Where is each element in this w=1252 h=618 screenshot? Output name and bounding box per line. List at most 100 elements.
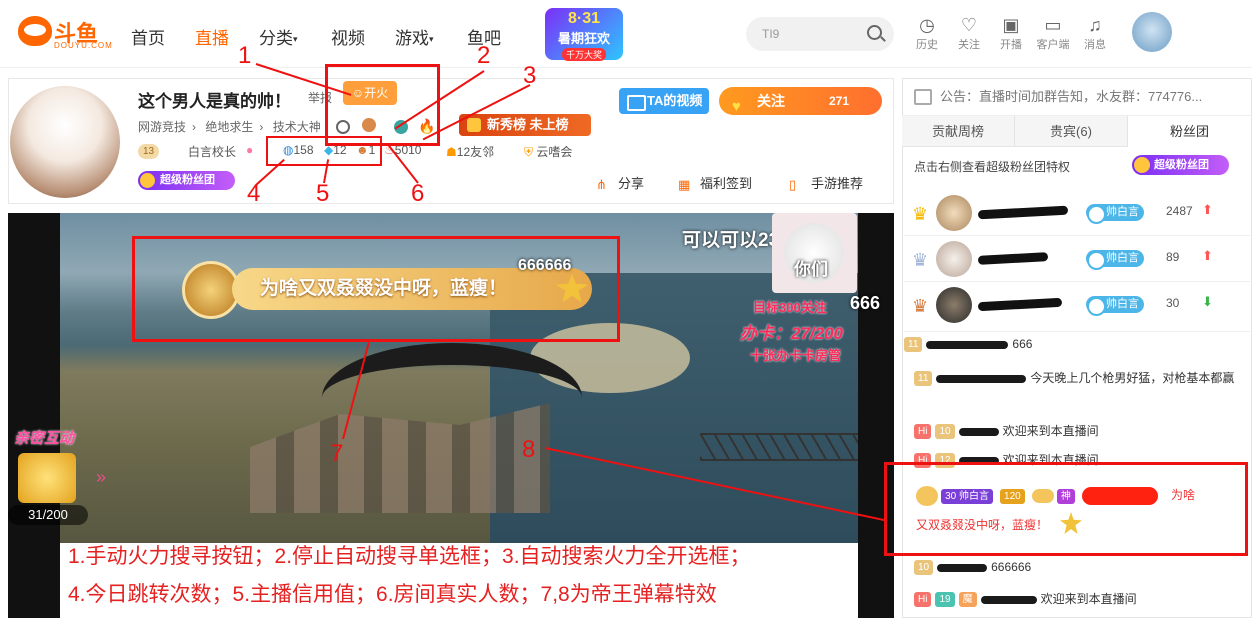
- rank-score: 30: [1166, 296, 1180, 310]
- card-count: 办卡：27/200: [740, 324, 843, 343]
- fan-name: 帅白言: [1106, 206, 1139, 218]
- people-icon: ☗: [446, 145, 457, 159]
- annotation-number: 7: [330, 440, 344, 467]
- annotation-number: 6: [411, 180, 425, 207]
- nav-video[interactable]: 视频: [331, 24, 365, 49]
- camera-icon: ▣: [1002, 15, 1020, 35]
- start-live-label: 开播: [1000, 39, 1022, 51]
- redacted-name: [977, 297, 1063, 312]
- promo-banner[interactable]: 8·31 暑期狂欢 千万大奖: [545, 8, 623, 61]
- hi-tag: Hi: [914, 424, 932, 440]
- chat-text: 666: [1012, 337, 1033, 351]
- crumb-category[interactable]: 网游竞技: [138, 120, 186, 134]
- annotation-number: 1: [238, 42, 252, 69]
- user-avatar[interactable]: [1132, 12, 1172, 52]
- fan-name: 帅白言: [1106, 298, 1139, 310]
- douyu-logo[interactable]: 斗鱼 DOUYU.COM: [18, 14, 112, 52]
- chat-message[interactable]: Hi 19 魔 欢迎来到本直播间: [904, 590, 1250, 608]
- super-fans-badge-side[interactable]: 超级粉丝团: [1132, 155, 1229, 175]
- bridge: [700, 433, 858, 461]
- chat-message[interactable]: Hi 10 欢迎来到本直播间: [904, 422, 1250, 440]
- ta-video-button[interactable]: TA的视频: [619, 88, 709, 114]
- redacted-name: [958, 427, 999, 436]
- share-button[interactable]: ⋔ 分享: [596, 173, 644, 193]
- user-avatar: [936, 241, 972, 277]
- history-button[interactable]: ◷ 历史: [907, 14, 947, 52]
- chat-text: 666666: [991, 560, 1032, 574]
- crumb-tag[interactable]: 技术大神: [273, 120, 321, 134]
- chat-text: 欢迎来到本直播间: [1002, 424, 1099, 438]
- chevron-down-icon: ▾: [429, 34, 434, 45]
- tab-weekly-rank[interactable]: 贡献周榜: [902, 116, 1015, 147]
- checkin-button[interactable]: ▦ 福利签到: [678, 173, 752, 193]
- share-label: 分享: [618, 176, 645, 191]
- search-placeholder: TI9: [762, 27, 780, 41]
- annotation-number: 8: [522, 436, 536, 463]
- chat-text: 今天晚上几个枪男好猛，对枪基本都赢: [1030, 371, 1235, 385]
- rank-row[interactable]: ♛ 帅白言 30 ⬇: [904, 282, 1250, 332]
- follow-button[interactable]: ♥ 关注 271: [719, 87, 882, 115]
- anchor-name[interactable]: 白言校长: [188, 143, 236, 160]
- follow-list-button[interactable]: ♡ 关注: [949, 14, 989, 52]
- gold-crown-icon: ♛: [912, 204, 929, 224]
- friends-link[interactable]: ☗12友邻: [446, 143, 494, 160]
- gift-box-icon: [18, 453, 76, 503]
- room-title: 这个男人是真的帅！: [138, 92, 291, 111]
- annotation-box-controls: [325, 64, 440, 146]
- crumb-game[interactable]: 绝地求生: [205, 120, 253, 134]
- chat-message[interactable]: 11 今天晚上几个枪男好猛，对枪基本都赢: [904, 368, 1250, 388]
- rank-icon: [467, 118, 481, 132]
- top-navbar: 斗鱼 DOUYU.COM 首页 直播 分类▾ 视频 游戏▾ 鱼吧 8·31 暑期…: [0, 0, 1252, 68]
- nav-live[interactable]: 直播: [195, 24, 229, 49]
- nav-games[interactable]: 游戏▾: [395, 24, 434, 49]
- breadcrumb: 网游竞技 › 绝地求生 › 技术大神: [138, 118, 327, 135]
- follow-count: 271: [829, 94, 850, 108]
- rank-row[interactable]: ♛ 帅白言 2487 ⬆: [904, 190, 1250, 236]
- search-icon[interactable]: [867, 25, 882, 40]
- bronze-crown-icon: ♛: [912, 296, 929, 316]
- rank-score: 89: [1166, 250, 1180, 264]
- fan-level-badge: 帅白言: [1086, 250, 1144, 270]
- mobile-games-button[interactable]: ▯ 手游推荐: [789, 173, 863, 193]
- chat-message[interactable]: 11 666: [904, 337, 1250, 353]
- promo-sub: 千万大奖: [561, 48, 606, 61]
- rank-row[interactable]: ♛ 帅白言 89 ⬆: [904, 236, 1250, 282]
- search-input[interactable]: TI9: [746, 17, 894, 51]
- start-live-button[interactable]: ▣ 开播: [991, 14, 1031, 52]
- up-arrow-icon: ⬆: [1202, 202, 1213, 217]
- sticker-text: 你们: [794, 260, 828, 279]
- rookie-rank-button[interactable]: 新秀榜 未上榜: [459, 114, 591, 136]
- client-button[interactable]: ▭ 客户端: [1033, 14, 1073, 52]
- user-avatar: [936, 195, 972, 231]
- anchor-avatar[interactable]: [10, 86, 120, 198]
- sidebar-tabs: 贡献周榜 贵宾(6) 粉丝团: [902, 116, 1252, 147]
- intimacy-panel[interactable]: 亲密互动 » 31/200: [8, 427, 108, 525]
- redacted-name: [977, 205, 1069, 220]
- nav-category[interactable]: 分类▾: [259, 24, 298, 49]
- super-fans-badge[interactable]: 超级粉丝团: [138, 171, 235, 190]
- cloud-link[interactable]: ⛨ 云嗜会: [524, 143, 572, 160]
- notice-icon: [914, 89, 932, 105]
- tab-vip[interactable]: 贵宾(6): [1015, 116, 1128, 147]
- promo-title: 暑期狂欢: [557, 31, 610, 46]
- tab-fan-club[interactable]: 粉丝团: [1128, 116, 1252, 147]
- chat-message[interactable]: 10 666666: [904, 560, 1250, 576]
- chat-text: 欢迎来到本直播间: [1040, 592, 1137, 606]
- client-label: 客户端: [1036, 39, 1070, 51]
- redacted-name: [937, 563, 988, 572]
- annotation-number: 2: [477, 42, 491, 69]
- legend-line-1: 1.手动火力搜寻按钮；2.停止自动搜寻单选框；3.自动搜索火力全开选框；: [68, 545, 751, 568]
- chevron-right-icon[interactable]: »: [96, 467, 106, 488]
- level-tag: 11: [914, 371, 933, 387]
- messages-label: 消息: [1084, 39, 1106, 51]
- fan-level-badge: 帅白言: [1086, 296, 1144, 316]
- danmaku-3: 666: [850, 293, 881, 313]
- card-tip: 十张办卡卡房管: [750, 348, 842, 363]
- nav-games-label: 游戏: [395, 29, 429, 48]
- up-arrow-icon: ⬆: [1202, 248, 1213, 263]
- share-icon: ⋔: [596, 176, 607, 192]
- redacted-name: [977, 252, 1049, 265]
- nav-home[interactable]: 首页: [131, 24, 165, 49]
- messages-button[interactable]: ♫ 消息: [1075, 14, 1115, 52]
- monitor-icon: ▭: [1044, 15, 1062, 35]
